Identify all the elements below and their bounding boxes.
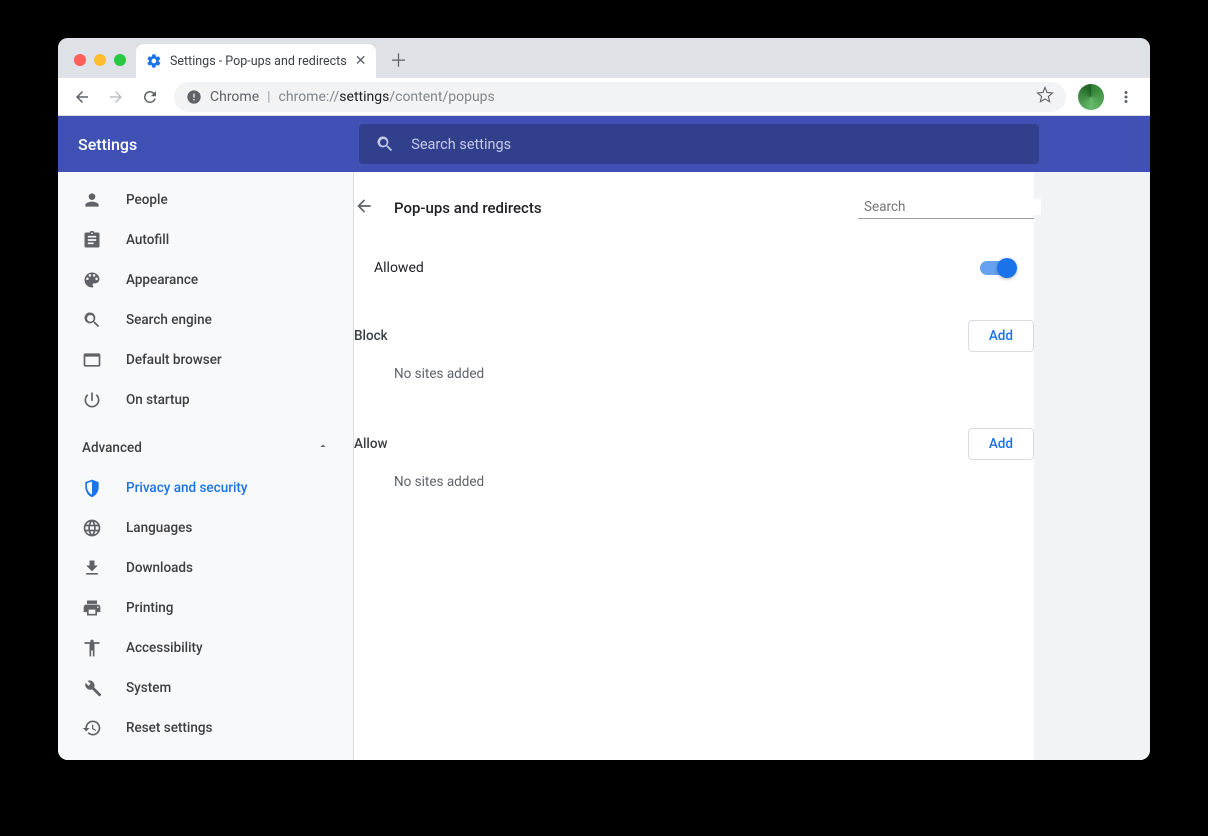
maximize-window-button[interactable] bbox=[114, 54, 126, 66]
sidebar-item-label: Languages bbox=[126, 520, 192, 536]
main-panel: Pop-ups and redirects Allowed Block Add … bbox=[354, 172, 1034, 760]
restore-icon bbox=[82, 718, 102, 738]
sidebar-item-default-browser[interactable]: Default browser bbox=[58, 340, 353, 380]
site-info-icon[interactable] bbox=[186, 89, 202, 105]
add-allow-button[interactable]: Add bbox=[968, 428, 1034, 460]
sidebar-item-label: Autofill bbox=[126, 232, 169, 248]
sidebar-item-label: Reset settings bbox=[126, 720, 212, 736]
search-settings-field[interactable] bbox=[359, 124, 1039, 164]
sidebar-item-label: Search engine bbox=[126, 312, 212, 328]
add-block-button[interactable]: Add bbox=[968, 320, 1034, 352]
sidebar-item-label: Printing bbox=[126, 600, 173, 616]
sidebar-item-label: Default browser bbox=[126, 352, 222, 368]
allow-empty-text: No sites added bbox=[354, 460, 1034, 496]
allow-label: Allow bbox=[354, 436, 388, 452]
search-settings-input[interactable] bbox=[411, 136, 1023, 153]
accessibility-icon bbox=[82, 638, 102, 658]
close-window-button[interactable] bbox=[74, 54, 86, 66]
allowed-row: Allowed bbox=[354, 244, 1034, 292]
tab-strip: Settings - Pop-ups and redirects ✕ ＋ bbox=[58, 38, 1150, 78]
block-section-header: Block Add bbox=[354, 320, 1034, 352]
url-text: chrome://settings/content/popups bbox=[279, 89, 495, 105]
sidebar-item-accessibility[interactable]: Accessibility bbox=[58, 628, 353, 668]
block-label: Block bbox=[354, 328, 388, 344]
person-icon bbox=[82, 190, 102, 210]
sidebar-item-label: Downloads bbox=[126, 560, 193, 576]
content-area: People Autofill Appearance Search engine… bbox=[58, 172, 1150, 760]
sidebar-item-label: System bbox=[126, 680, 171, 696]
new-tab-button[interactable]: ＋ bbox=[384, 46, 412, 74]
sidebar: People Autofill Appearance Search engine… bbox=[58, 172, 354, 760]
sidebar-item-reset-settings[interactable]: Reset settings bbox=[58, 708, 353, 748]
sidebar-section-advanced[interactable]: Advanced bbox=[58, 428, 353, 468]
reload-button[interactable] bbox=[134, 81, 166, 113]
sidebar-item-appearance[interactable]: Appearance bbox=[58, 260, 353, 300]
browser-window: Settings - Pop-ups and redirects ✕ ＋ Chr… bbox=[58, 38, 1150, 760]
local-search-field[interactable] bbox=[858, 198, 1034, 219]
sidebar-item-search-engine[interactable]: Search engine bbox=[58, 300, 353, 340]
url-secure-label: Chrome bbox=[210, 89, 259, 105]
page-header: Pop-ups and redirects bbox=[354, 188, 1034, 228]
globe-icon bbox=[82, 518, 102, 538]
overflow-menu-icon[interactable] bbox=[1110, 81, 1142, 113]
sidebar-item-downloads[interactable]: Downloads bbox=[58, 548, 353, 588]
profile-avatar[interactable] bbox=[1078, 84, 1104, 110]
allowed-toggle[interactable] bbox=[980, 261, 1014, 275]
settings-header: Settings bbox=[58, 116, 1150, 172]
sidebar-section-label: Advanced bbox=[82, 440, 142, 456]
browser-tab[interactable]: Settings - Pop-ups and redirects ✕ bbox=[136, 44, 376, 78]
forward-button[interactable] bbox=[100, 81, 132, 113]
sidebar-item-on-startup[interactable]: On startup bbox=[58, 380, 353, 420]
back-arrow-button[interactable] bbox=[354, 196, 374, 220]
local-search-input[interactable] bbox=[864, 199, 1041, 215]
sidebar-item-languages[interactable]: Languages bbox=[58, 508, 353, 548]
page-title: Pop-ups and redirects bbox=[394, 199, 542, 217]
block-empty-text: No sites added bbox=[354, 352, 1034, 388]
download-icon bbox=[82, 558, 102, 578]
sidebar-item-label: On startup bbox=[126, 392, 190, 408]
sidebar-item-autofill[interactable]: Autofill bbox=[58, 220, 353, 260]
power-icon bbox=[82, 390, 102, 410]
sidebar-item-label: People bbox=[126, 192, 168, 208]
back-button[interactable] bbox=[66, 81, 98, 113]
chevron-up-icon bbox=[317, 440, 329, 456]
minimize-window-button[interactable] bbox=[94, 54, 106, 66]
sidebar-item-people[interactable]: People bbox=[58, 180, 353, 220]
tab-title: Settings - Pop-ups and redirects bbox=[170, 54, 347, 69]
browser-toolbar: Chrome | chrome://settings/content/popup… bbox=[58, 78, 1150, 116]
sidebar-item-printing[interactable]: Printing bbox=[58, 588, 353, 628]
shield-icon bbox=[82, 478, 102, 498]
bookmark-star-icon[interactable] bbox=[1036, 86, 1054, 108]
right-gutter bbox=[1034, 172, 1150, 760]
palette-icon bbox=[82, 270, 102, 290]
search-icon bbox=[375, 134, 395, 154]
allow-section-header: Allow Add bbox=[354, 428, 1034, 460]
wrench-icon bbox=[82, 678, 102, 698]
printer-icon bbox=[82, 598, 102, 618]
sidebar-item-privacy-security[interactable]: Privacy and security bbox=[58, 468, 353, 508]
web-icon bbox=[82, 350, 102, 370]
settings-title: Settings bbox=[78, 135, 137, 154]
gear-icon bbox=[146, 53, 162, 69]
window-controls bbox=[68, 54, 136, 78]
search-icon bbox=[82, 310, 102, 330]
allowed-label: Allowed bbox=[374, 260, 424, 276]
close-tab-icon[interactable]: ✕ bbox=[355, 53, 367, 69]
sidebar-item-system[interactable]: System bbox=[58, 668, 353, 708]
clipboard-icon bbox=[82, 230, 102, 250]
address-bar[interactable]: Chrome | chrome://settings/content/popup… bbox=[174, 82, 1066, 112]
sidebar-item-label: Appearance bbox=[126, 272, 198, 288]
sidebar-item-label: Privacy and security bbox=[126, 480, 248, 496]
sidebar-item-label: Accessibility bbox=[126, 640, 203, 656]
